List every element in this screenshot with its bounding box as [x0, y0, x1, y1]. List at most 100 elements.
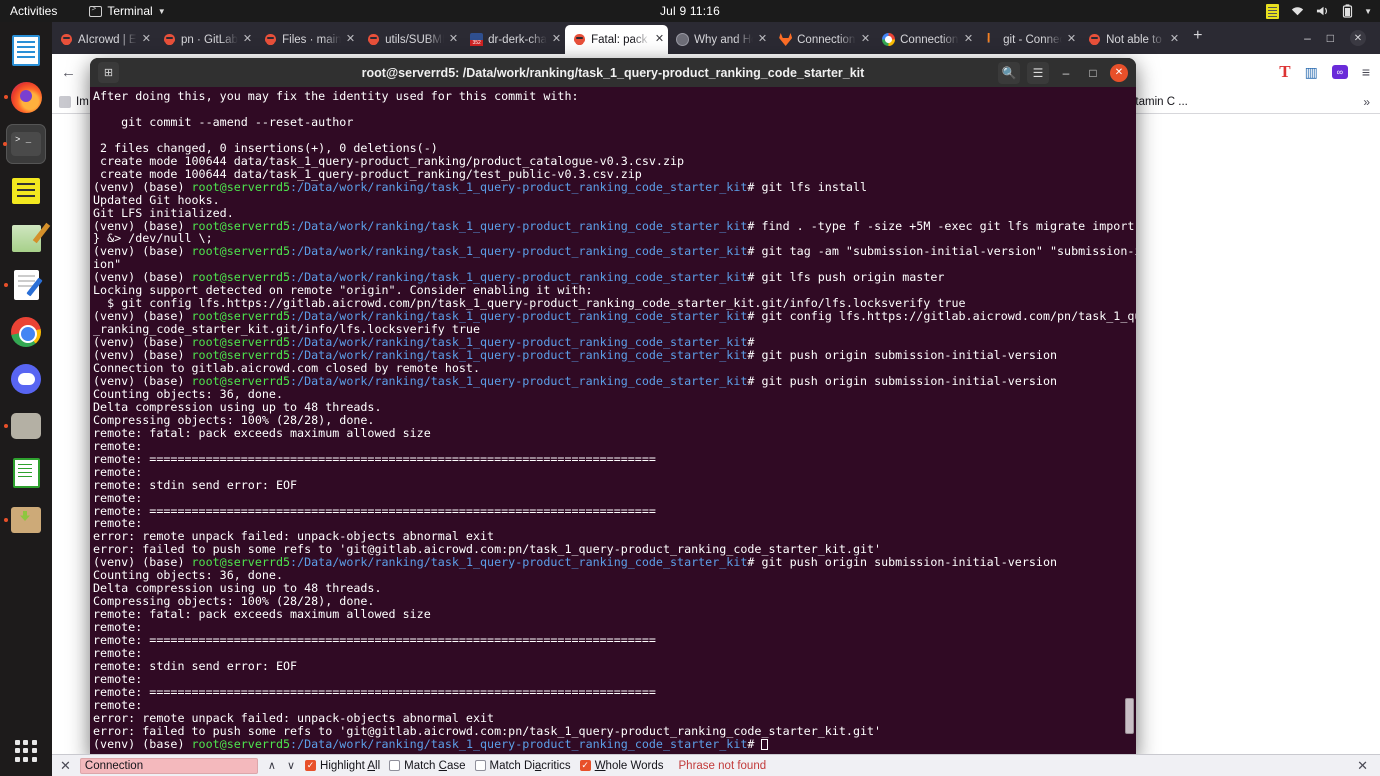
notes-icon[interactable]	[1266, 4, 1279, 19]
dock-item-notes[interactable]	[6, 171, 46, 211]
tab-close-icon[interactable]: ✕	[758, 34, 767, 45]
dismiss-findbar-icon[interactable]: ✕	[1357, 758, 1372, 774]
browser-tab[interactable]: AIcrowd | ESCI✕	[52, 25, 155, 54]
tab-close-icon[interactable]: ✕	[861, 34, 870, 45]
show-applications-icon[interactable]	[15, 740, 37, 762]
terminal-scrollbar[interactable]	[1125, 698, 1134, 734]
dock-item-libreoffice-calc[interactable]	[6, 453, 46, 493]
highlight-all-checkbox[interactable]: ✓ Highlight All	[305, 760, 380, 772]
text-editor-icon	[14, 270, 39, 300]
dock-item-software-updater[interactable]	[6, 500, 46, 540]
tab-label: Fatal: pack exc	[591, 34, 650, 46]
bookmarks-overflow-icon[interactable]: »	[1363, 95, 1380, 109]
browser-tab[interactable]: dr-derk-chal✕	[462, 25, 565, 54]
tab-close-icon[interactable]: ✕	[449, 34, 458, 45]
tab-close-icon[interactable]: ✕	[346, 34, 355, 45]
gnome-top-bar: Activities Terminal ▼ Jul 9 11:16 ▼	[0, 0, 1380, 22]
terminal-line: remote: stdin send error: EOF	[93, 479, 1136, 492]
tab-close-icon[interactable]: ✕	[1067, 34, 1076, 45]
find-status: Phrase not found	[679, 760, 767, 772]
minimize-button[interactable]: –	[1056, 63, 1076, 83]
browser-tab[interactable]: utils/SUBMISS✕	[359, 25, 462, 54]
tab-favicon-icon	[367, 33, 380, 46]
password-manager-icon[interactable]: ∞	[1332, 65, 1348, 79]
browser-tab[interactable]: Connection to ✕	[874, 25, 977, 54]
ubuntu-dock	[0, 22, 52, 776]
tab-favicon-icon	[60, 33, 73, 46]
hamburger-menu-icon[interactable]: ☰	[1027, 62, 1049, 84]
tab-close-icon[interactable]: ✕	[142, 34, 151, 45]
dock-item-firefox[interactable]	[6, 77, 46, 117]
tab-close-icon[interactable]: ✕	[552, 34, 561, 45]
new-tab-icon[interactable]: ⊞	[98, 62, 119, 83]
browser-tab[interactable]: git - Connectio✕	[977, 25, 1080, 54]
browser-tab[interactable]: Not able to ssh✕	[1080, 25, 1183, 54]
extension-icon[interactable]: ▥	[1305, 64, 1318, 81]
terminal-line: remote: fatal: pack exceeds maximum allo…	[93, 608, 1136, 621]
minimize-button[interactable]: –	[1304, 31, 1311, 45]
terminal-line	[93, 129, 1136, 142]
tab-close-icon[interactable]: ✕	[243, 34, 252, 45]
tab-close-icon[interactable]: ✕	[964, 34, 973, 45]
chevron-down-icon[interactable]: ▼	[1364, 7, 1372, 16]
hamburger-menu-icon[interactable]: ≡	[1362, 64, 1370, 80]
browser-tab[interactable]: Connection to ✕	[771, 25, 874, 54]
dock-item-discord[interactable]	[6, 359, 46, 399]
dock-item-text-editor[interactable]	[6, 265, 46, 305]
app-menu-terminal[interactable]: Terminal ▼	[89, 4, 165, 18]
terminal-line	[93, 103, 1136, 116]
battery-icon[interactable]	[1342, 4, 1353, 18]
match-case-label: Match Case	[404, 760, 465, 772]
dock-item-libreoffice-writer[interactable]	[6, 30, 46, 70]
dock-item-google-chrome[interactable]	[6, 312, 46, 352]
terminal-output[interactable]: After doing this, you may fix the identi…	[90, 87, 1136, 756]
dock-item-list	[6, 30, 46, 540]
browser-tab[interactable]: Why and How✕	[668, 25, 771, 54]
match-diacritics-checkbox[interactable]: Match Diacritics	[475, 760, 571, 772]
files-icon	[11, 413, 41, 439]
clock[interactable]: Jul 9 11:16	[660, 4, 720, 18]
close-button[interactable]: ✕	[1350, 30, 1366, 46]
search-icon[interactable]: 🔍	[998, 62, 1020, 84]
find-next-button[interactable]: ∨	[286, 759, 296, 772]
tab-favicon-icon	[985, 33, 998, 46]
maximize-button[interactable]: □	[1083, 63, 1103, 83]
terminal-window: ⊞ root@serverrd5: /Data/work/ranking/tas…	[90, 58, 1136, 756]
back-button[interactable]: ←	[52, 64, 85, 81]
dock-item-gimp[interactable]	[6, 218, 46, 258]
tab-close-icon[interactable]: ✕	[1170, 34, 1179, 45]
tab-label: Connection to	[900, 34, 959, 46]
terminal-title-bar[interactable]: ⊞ root@serverrd5: /Data/work/ranking/tas…	[90, 58, 1136, 87]
close-button[interactable]: ✕	[1110, 64, 1128, 82]
close-findbar-icon[interactable]: ✕	[60, 758, 71, 774]
libreoffice-writer-icon	[12, 35, 40, 66]
volume-icon[interactable]	[1316, 5, 1331, 17]
whole-words-checkbox[interactable]: ✓ Whole Words	[580, 760, 664, 772]
browser-tab[interactable]: Fatal: pack exc ✕	[565, 25, 668, 54]
wifi-icon[interactable]	[1290, 5, 1305, 17]
browser-tab[interactable]: Files · main · AI ✕	[256, 25, 359, 54]
tab-close-icon[interactable]: ✕	[655, 34, 664, 45]
terminal-line: remote:	[93, 440, 1136, 453]
find-input[interactable]	[80, 758, 258, 774]
maximize-button[interactable]: □	[1327, 31, 1334, 45]
dock-item-terminal[interactable]	[6, 124, 46, 164]
activities-button[interactable]: Activities	[0, 4, 69, 18]
match-case-checkbox[interactable]: Match Case	[389, 760, 465, 772]
checkbox-icon: ✓	[305, 760, 316, 771]
find-previous-button[interactable]: ∧	[267, 759, 277, 772]
tab-label: Connection to	[797, 34, 856, 46]
new-tab-button[interactable]: +	[1183, 27, 1212, 49]
terminal-line: remote:	[93, 492, 1136, 505]
tab-label: Files · main · AI	[282, 34, 341, 46]
dock-item-files[interactable]	[6, 406, 46, 446]
browser-tab-strip: AIcrowd | ESCI✕pn · GitLab✕Files · main …	[52, 22, 1380, 54]
tab-favicon-icon	[676, 33, 689, 46]
terminal-line: remote:	[93, 466, 1136, 479]
text-icon[interactable]: T	[1279, 62, 1290, 82]
whole-words-label: Whole Words	[595, 760, 664, 772]
browser-tab[interactable]: pn · GitLab✕	[155, 25, 256, 54]
gimp-icon	[12, 225, 41, 252]
find-bar: ✕ ∧ ∨ ✓ Highlight All Match Case Match D…	[52, 754, 1380, 776]
terminal-line: remote: ================================…	[93, 505, 1136, 518]
